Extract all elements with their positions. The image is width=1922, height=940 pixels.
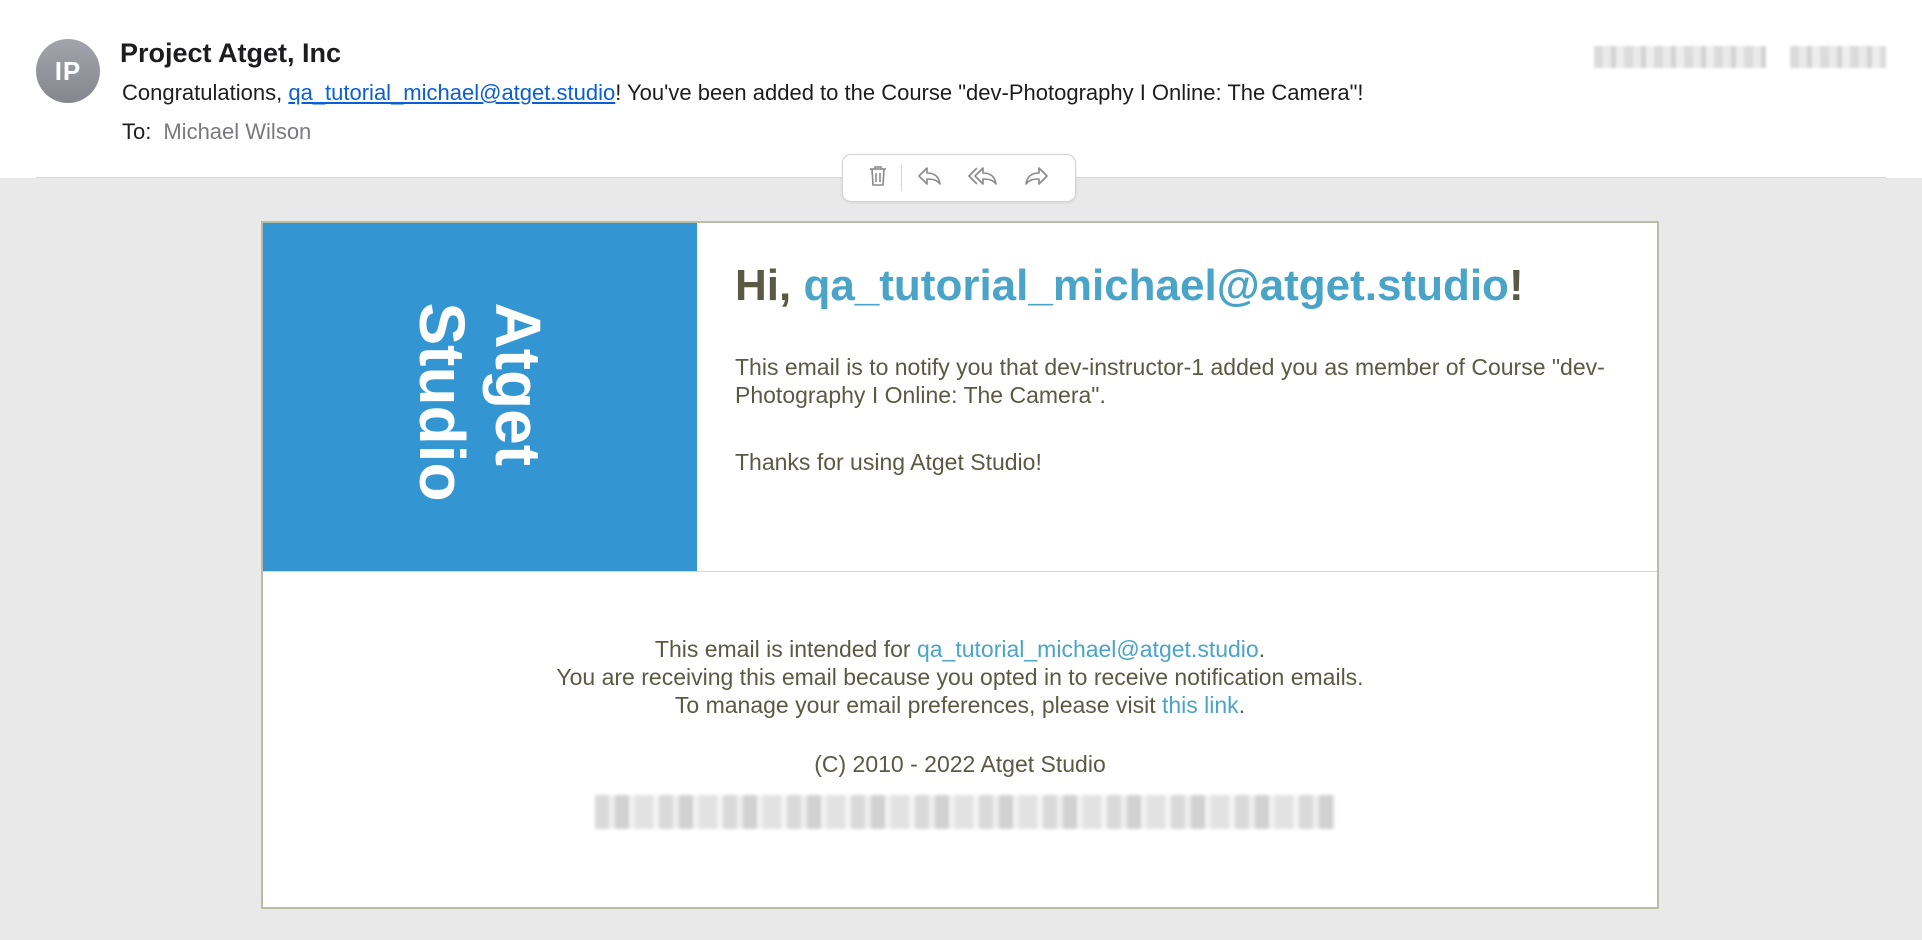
footer-email-link[interactable]: qa_tutorial_michael@atget.studio xyxy=(917,636,1259,662)
atget-studio-logo: Atget Studio xyxy=(263,223,697,571)
greeting-prefix: Hi, xyxy=(735,261,804,310)
redacted-address xyxy=(595,795,1335,829)
reply-all-button[interactable] xyxy=(966,161,1000,195)
trash-button[interactable] xyxy=(861,161,895,195)
greeting-heading: Hi, qa_tutorial_michael@atget.studio! xyxy=(735,261,1524,311)
thanks-text: Thanks for using Atget Studio! xyxy=(735,449,1042,475)
logo-wordmark: Atget Studio xyxy=(404,302,556,501)
footer-manage-line: To manage your email preferences, please… xyxy=(263,691,1657,719)
greeting-suffix: ! xyxy=(1508,261,1524,310)
notification-text: This email is to notify you that dev-ins… xyxy=(735,354,1605,408)
footer-intended-line: This email is intended for qa_tutorial_m… xyxy=(263,635,1657,663)
logo-line-1: Atget xyxy=(482,302,554,466)
footer-manage-suffix: . xyxy=(1238,692,1246,718)
preferences-link[interactable]: this link xyxy=(1162,692,1239,718)
subject-suffix: ! You've been added to the Course "dev-P… xyxy=(615,80,1364,105)
message-toolbar xyxy=(842,154,1076,202)
forward-button[interactable] xyxy=(1020,161,1054,195)
card-divider xyxy=(263,571,1657,572)
reply-icon xyxy=(916,165,942,192)
sender-avatar: IP xyxy=(36,39,100,103)
message-header: IP Project Atget, Inc Congratulations, q… xyxy=(0,0,1922,178)
forward-icon xyxy=(1024,165,1050,192)
subject-prefix: Congratulations, xyxy=(122,80,289,105)
logo-line-2: Studio xyxy=(406,302,478,502)
email-footer: This email is intended for qa_tutorial_m… xyxy=(263,635,1657,719)
subject-line: Congratulations, qa_tutorial_michael@atg… xyxy=(122,80,1364,106)
recipient-line: To: Michael Wilson xyxy=(122,119,311,145)
email-card: Atget Studio Hi, qa_tutorial_michael@atg… xyxy=(261,221,1659,909)
reply-button[interactable] xyxy=(912,161,946,195)
reply-all-icon xyxy=(968,165,998,192)
to-label: To: xyxy=(122,119,152,144)
redacted-time xyxy=(1790,46,1886,68)
trash-icon xyxy=(867,164,889,193)
footer-intended-suffix: . xyxy=(1258,636,1266,662)
recipient-name[interactable]: Michael Wilson xyxy=(163,119,311,144)
footer-manage-prefix: To manage your email preferences, please… xyxy=(674,692,1162,718)
copyright-text: (C) 2010 - 2022 Atget Studio xyxy=(814,751,1106,777)
toolbar-separator xyxy=(901,165,902,191)
greeting-email[interactable]: qa_tutorial_michael@atget.studio xyxy=(803,261,1508,310)
subject-email-link[interactable]: qa_tutorial_michael@atget.studio xyxy=(288,80,615,105)
footer-reason-line: You are receiving this email because you… xyxy=(556,664,1364,690)
sender-name: Project Atget, Inc xyxy=(120,38,342,68)
footer-intended-prefix: This email is intended for xyxy=(654,636,917,662)
redacted-date xyxy=(1594,46,1766,68)
